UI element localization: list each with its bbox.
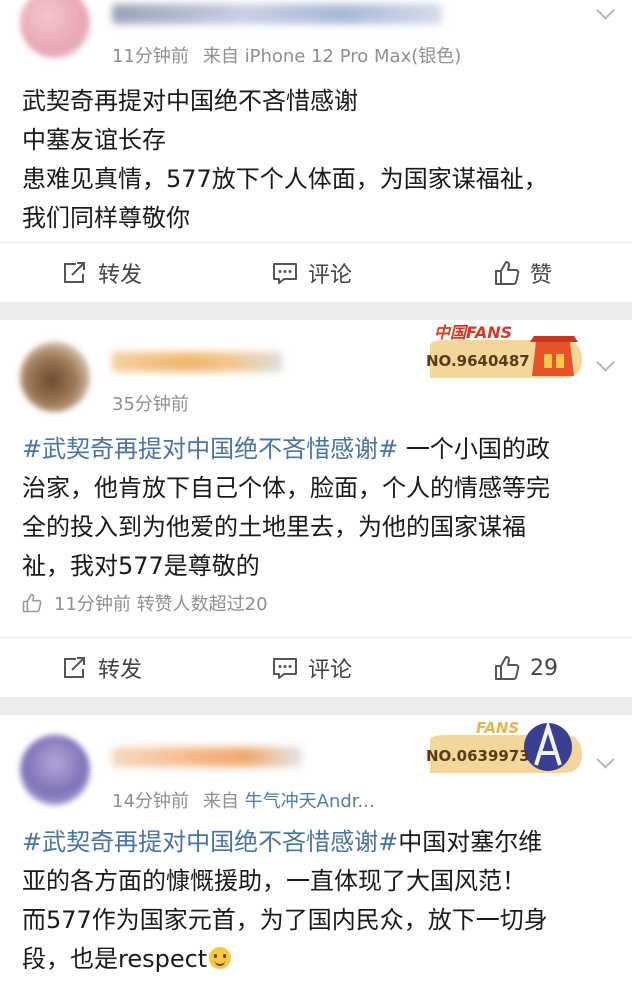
user-name[interactable] bbox=[112, 352, 282, 372]
badge-number: NO.9640487 bbox=[426, 352, 530, 370]
like-count: 29 bbox=[530, 655, 558, 681]
post-card: 中国FANS NO.9640487 35分钟前 #武契奇再提对中国绝不吝惜感谢#… bbox=[0, 320, 632, 697]
chevron-down-icon[interactable] bbox=[596, 1, 615, 20]
comment-label: 评论 bbox=[308, 263, 353, 288]
hashtag-link[interactable]: #武契奇再提对中国绝不吝惜感谢# bbox=[22, 435, 398, 463]
post-source-prefix: 来自 bbox=[202, 791, 239, 812]
thumbs-up-icon bbox=[22, 593, 42, 613]
comment-label: 评论 bbox=[308, 658, 353, 683]
repost-label: 转发 bbox=[98, 263, 143, 288]
like-button[interactable]: 29 bbox=[494, 638, 558, 698]
post-text[interactable]: 武契奇再提对中国绝不吝惜感谢 中塞友谊长存 患难见真情，577放下个人体面，为国… bbox=[22, 82, 608, 238]
fans-badge-art: FANS bbox=[430, 719, 582, 773]
action-bar: 转发 评论 赞 bbox=[0, 242, 632, 303]
thumbs-up-icon bbox=[495, 656, 520, 680]
badge-title: FANS bbox=[476, 719, 519, 737]
liked-by-text: 11分钟前 转赞人数超过20 bbox=[54, 594, 268, 615]
post-text-line: 中塞友谊长存 bbox=[22, 126, 166, 154]
repost-label: 转发 bbox=[98, 658, 143, 683]
post-text[interactable]: #武契奇再提对中国绝不吝惜感谢# 一个小国的政 治家，他肯放下自己个体，脸面，个… bbox=[22, 430, 608, 586]
post-source-link[interactable]: 牛气冲天Andr... bbox=[245, 791, 375, 812]
avatar[interactable] bbox=[20, 0, 90, 58]
repost-icon bbox=[64, 262, 85, 283]
action-bar: 转发 评论 29 bbox=[0, 637, 632, 698]
post-source: 来自 iPhone 12 Pro Max(银色) bbox=[202, 46, 462, 67]
post-time: 14分钟前 bbox=[112, 791, 189, 812]
post-text-line: 全的投入到为他爱的土地里去，为他的国家谋福 bbox=[22, 513, 526, 541]
post-text-line: 治家，他肯放下自己个体，脸面，个人的情感等完 bbox=[22, 474, 550, 502]
avatar[interactable] bbox=[20, 735, 90, 805]
fans-badge[interactable]: 中国FANS NO.9640487 bbox=[424, 320, 584, 382]
chevron-down-icon[interactable] bbox=[596, 750, 615, 769]
comment-icon bbox=[273, 263, 297, 284]
post-time: 11分钟前 bbox=[112, 46, 189, 67]
post-meta: 11分钟前 来自 iPhone 12 Pro Max(银色) bbox=[112, 42, 461, 68]
comment-button[interactable]: 评论 bbox=[272, 638, 352, 698]
post-time: 35分钟前 bbox=[112, 394, 189, 415]
chevron-down-icon[interactable] bbox=[596, 353, 615, 372]
post-text-line: 亚的各方面的慷慨援助，一直体现了大国风范！ bbox=[22, 867, 526, 895]
repost-button[interactable]: 转发 bbox=[62, 243, 142, 303]
comment-icon bbox=[273, 658, 297, 679]
like-label: 赞 bbox=[530, 263, 553, 288]
post-text-line: 患难见真情，577放下个人体面，为国家谋福祉， bbox=[22, 165, 548, 193]
badge-number: NO.0639973 bbox=[426, 747, 530, 765]
repost-icon bbox=[64, 657, 85, 678]
liked-by-info[interactable]: 11分钟前 转赞人数超过20 bbox=[22, 590, 268, 616]
user-name[interactable] bbox=[112, 4, 442, 24]
post-meta: 35分钟前 bbox=[112, 390, 189, 416]
post-text[interactable]: #武契奇再提对中国绝不吝惜感谢#中国对塞尔维 亚的各方面的慷慨援助，一直体现了大… bbox=[22, 823, 608, 979]
post-card: FANS NO.0639973 14分钟前 来自 牛气冲天Andr... #武契奇… bbox=[0, 715, 632, 1000]
hashtag-link[interactable]: #武契奇再提对中国绝不吝惜感谢# bbox=[22, 828, 398, 856]
fans-badge-art: 中国FANS bbox=[430, 323, 582, 378]
thumbs-up-icon bbox=[495, 261, 520, 285]
post-text-segment: 段，也是respect bbox=[22, 945, 208, 973]
user-name[interactable] bbox=[112, 747, 302, 767]
post-meta: 14分钟前 来自 牛气冲天Andr... bbox=[112, 787, 375, 813]
post-card: 11分钟前 来自 iPhone 12 Pro Max(银色) 武契奇再提对中国绝不… bbox=[0, 0, 632, 302]
repost-button[interactable]: 转发 bbox=[62, 638, 142, 698]
fans-badge[interactable]: FANS NO.0639973 bbox=[424, 715, 584, 777]
post-text-line: 武契奇再提对中国绝不吝惜感谢 bbox=[22, 87, 358, 115]
smile-emoji-icon bbox=[209, 947, 232, 969]
post-text-line: 我们同样尊敬你 bbox=[22, 204, 190, 232]
post-text-line: 而577作为国家元首，为了国内民众，放下一切身 bbox=[22, 906, 548, 934]
post-text-segment: 一个小国的政 bbox=[405, 435, 550, 463]
badge-title: 中国FANS bbox=[434, 323, 512, 342]
post-text-segment: 中国对塞尔维 bbox=[398, 828, 543, 856]
avatar[interactable] bbox=[20, 342, 90, 412]
post-text-line: 祉，我对577是尊敬的 bbox=[22, 552, 260, 580]
like-button[interactable]: 赞 bbox=[494, 243, 552, 303]
comment-button[interactable]: 评论 bbox=[272, 243, 352, 303]
